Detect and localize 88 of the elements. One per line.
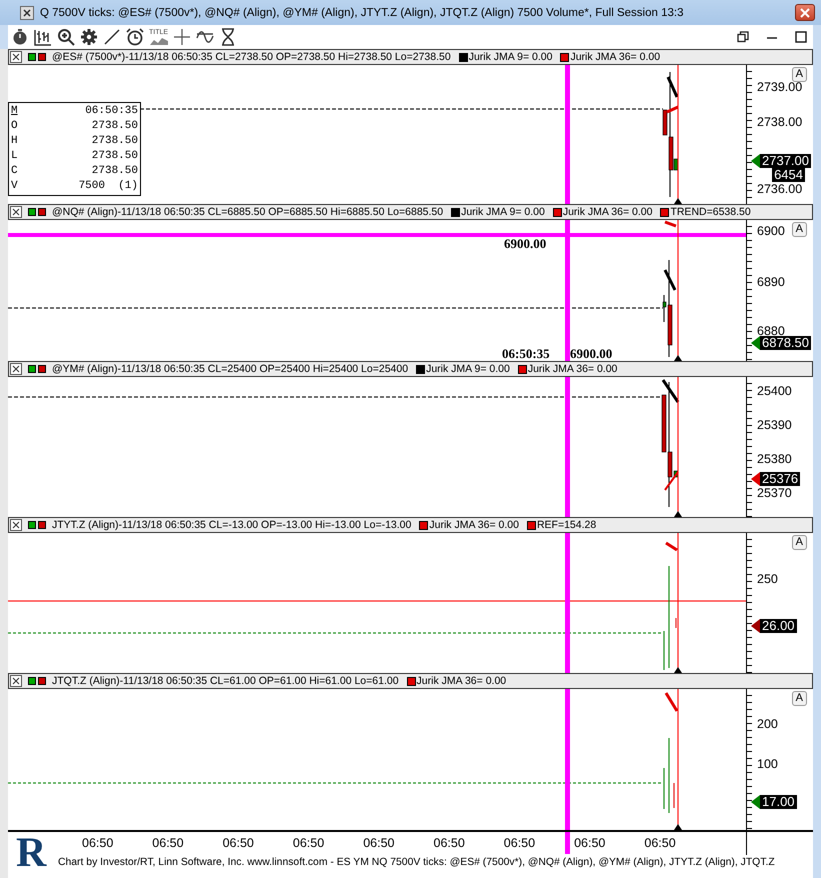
time-label: 06:50: [504, 836, 536, 850]
symbol-quote: @ES# (7500v*)-11/13/18 06:50:35 CL=2738.50 OP=2738.50 Hi=2738.50 Lo=2738.50: [52, 51, 451, 63]
axis-label: 100: [757, 757, 778, 771]
time-label: 06:50: [434, 836, 465, 850]
axis-label: 2738.00: [757, 115, 802, 129]
time-label: 06:50: [152, 836, 184, 850]
color-squares-icon: [28, 677, 47, 685]
time-label: 06:50: [222, 836, 254, 850]
data-window-label: O: [11, 119, 18, 134]
indicator-label: Jurik JMA 9= 0.00: [468, 51, 552, 63]
last-price-tag: 25376: [760, 472, 800, 486]
indicator-label: Jurik JMA 9= 0.00: [426, 363, 510, 375]
close-icon[interactable]: [10, 675, 22, 687]
line-icon[interactable]: [103, 28, 121, 46]
data-window-value: 2738.50: [92, 164, 138, 179]
axis-label: 6890: [757, 275, 785, 289]
symbol-quote: @YM# (Align)-11/13/18 06:50:35 CL=25400 OP=25400 Hi=25400 Lo=25400: [52, 363, 408, 375]
indicator-label: Jurik JMA 9= 0.00: [461, 206, 545, 218]
data-window-label: M: [11, 104, 18, 119]
indicator-label: Jurik JMA 36= 0.00: [570, 51, 660, 63]
crosshair-time-label: 06:50:35: [502, 346, 550, 362]
symbol-quote: JTQT.Z (Align)-11/13/18 06:50:35 CL=61.00 OP=61.00 Hi=61.00 Lo=61.00: [52, 675, 399, 687]
bar-chart-icon[interactable]: [34, 28, 52, 46]
logo: R: [16, 831, 46, 875]
data-window-label: H: [11, 134, 18, 149]
data-window-value: 2738.50: [92, 149, 138, 164]
data-window-label: V: [11, 179, 18, 194]
axis-label: 6880: [757, 324, 785, 338]
color-squares-icon: [28, 365, 47, 373]
close-icon[interactable]: [10, 51, 22, 63]
time-label: 06:50: [644, 836, 676, 850]
axis-label: 25370: [757, 486, 792, 500]
axis-label: 25390: [757, 418, 792, 432]
indicator-label: Jurik JMA 36= 0.00: [416, 675, 506, 687]
axis-label: 6900: [757, 224, 785, 238]
data-window-value: 2738.50: [92, 119, 138, 134]
wave-icon[interactable]: [196, 28, 214, 46]
alarm-clock-icon[interactable]: [126, 28, 144, 46]
restore-icon[interactable]: [737, 31, 749, 43]
time-label: 06:50: [574, 836, 606, 850]
close-icon[interactable]: [10, 519, 22, 531]
time-label: 06:50: [363, 836, 394, 850]
axis-label: 25380: [757, 452, 792, 466]
symbol-quote: JTYT.Z (Align)-11/13/18 06:50:35 CL=-13.00 OP=-13.00 Hi=-13.00 Lo=-13.00: [52, 519, 412, 531]
close-icon[interactable]: [10, 363, 22, 375]
zoom-icon[interactable]: [57, 28, 75, 46]
autoscale-button[interactable]: A: [792, 535, 807, 550]
last-price-tag: 26.00: [760, 619, 797, 633]
indicator-label: TREND=6538.50: [670, 206, 751, 218]
last-price-tag: 6878.50: [760, 336, 811, 350]
axis-label: 2739.00: [757, 80, 802, 94]
volume-tag: 6454: [772, 168, 805, 182]
close-button[interactable]: [795, 4, 815, 21]
indicator-label: Jurik JMA 36= 0.00: [528, 363, 618, 375]
indicator-label: REF=154.28: [536, 519, 596, 531]
color-squares-icon: [28, 208, 47, 216]
data-window-value: 7500 (1): [78, 179, 138, 194]
crosshair-price-label: 6900.00: [570, 346, 612, 362]
time-label: 06:50: [82, 836, 114, 850]
window-title: Q 7500V ticks: @ES# (7500v*), @NQ# (Align), @YM# (Align), JTYT.Z (Align), JTQT.Z (Align) 7500 Volume*, Full Session 13:3: [40, 6, 684, 18]
maximize-icon[interactable]: [795, 31, 807, 43]
color-squares-icon: [28, 521, 47, 529]
close-icon: [800, 8, 810, 18]
data-window-label: L: [11, 149, 18, 164]
autoscale-button[interactable]: A: [792, 222, 807, 237]
settings-icon[interactable]: [80, 28, 98, 46]
axis-label: 25400: [757, 384, 792, 398]
autoscale-button[interactable]: A: [792, 691, 807, 706]
stopwatch-icon[interactable]: [11, 28, 29, 46]
axis-label: 250: [757, 572, 778, 586]
time-label: 06:50: [292, 836, 324, 850]
indicator-label: Jurik JMA 36= 0.00: [562, 206, 652, 218]
footer-credit: Chart by Investor/RT, Linn Software, Inc. www.linnsoft.com - ES YM NQ 7500V ticks: @ES# (7500v*), @NQ# (Align), @YM# (Align), JTYT.Z (Align), JTQT.Z: [58, 857, 775, 868]
indicator-label: Jurik JMA 36= 0.00: [429, 519, 519, 531]
last-price-tag: 17.00: [760, 795, 797, 809]
autoscale-button[interactable]: A: [792, 67, 807, 82]
close-icon[interactable]: [10, 206, 22, 218]
axis-label: 200: [757, 717, 778, 731]
axis-label: 2736.00: [757, 182, 802, 196]
close-icon[interactable]: [20, 6, 34, 20]
data-window-value: 2738.50: [92, 134, 138, 149]
data-window-value: 06:50:35: [85, 104, 138, 119]
last-price-tag: 2737.00: [760, 154, 811, 168]
crosshair-icon[interactable]: [173, 28, 192, 46]
data-window-label: C: [11, 164, 18, 179]
symbol-quote: @NQ# (Align)-11/13/18 06:50:35 CL=6885.50 OP=6885.50 Hi=6885.50 Lo=6885.50: [52, 206, 444, 218]
crosshair-price-label: 6900.00: [504, 236, 546, 252]
color-squares-icon: [28, 53, 47, 61]
